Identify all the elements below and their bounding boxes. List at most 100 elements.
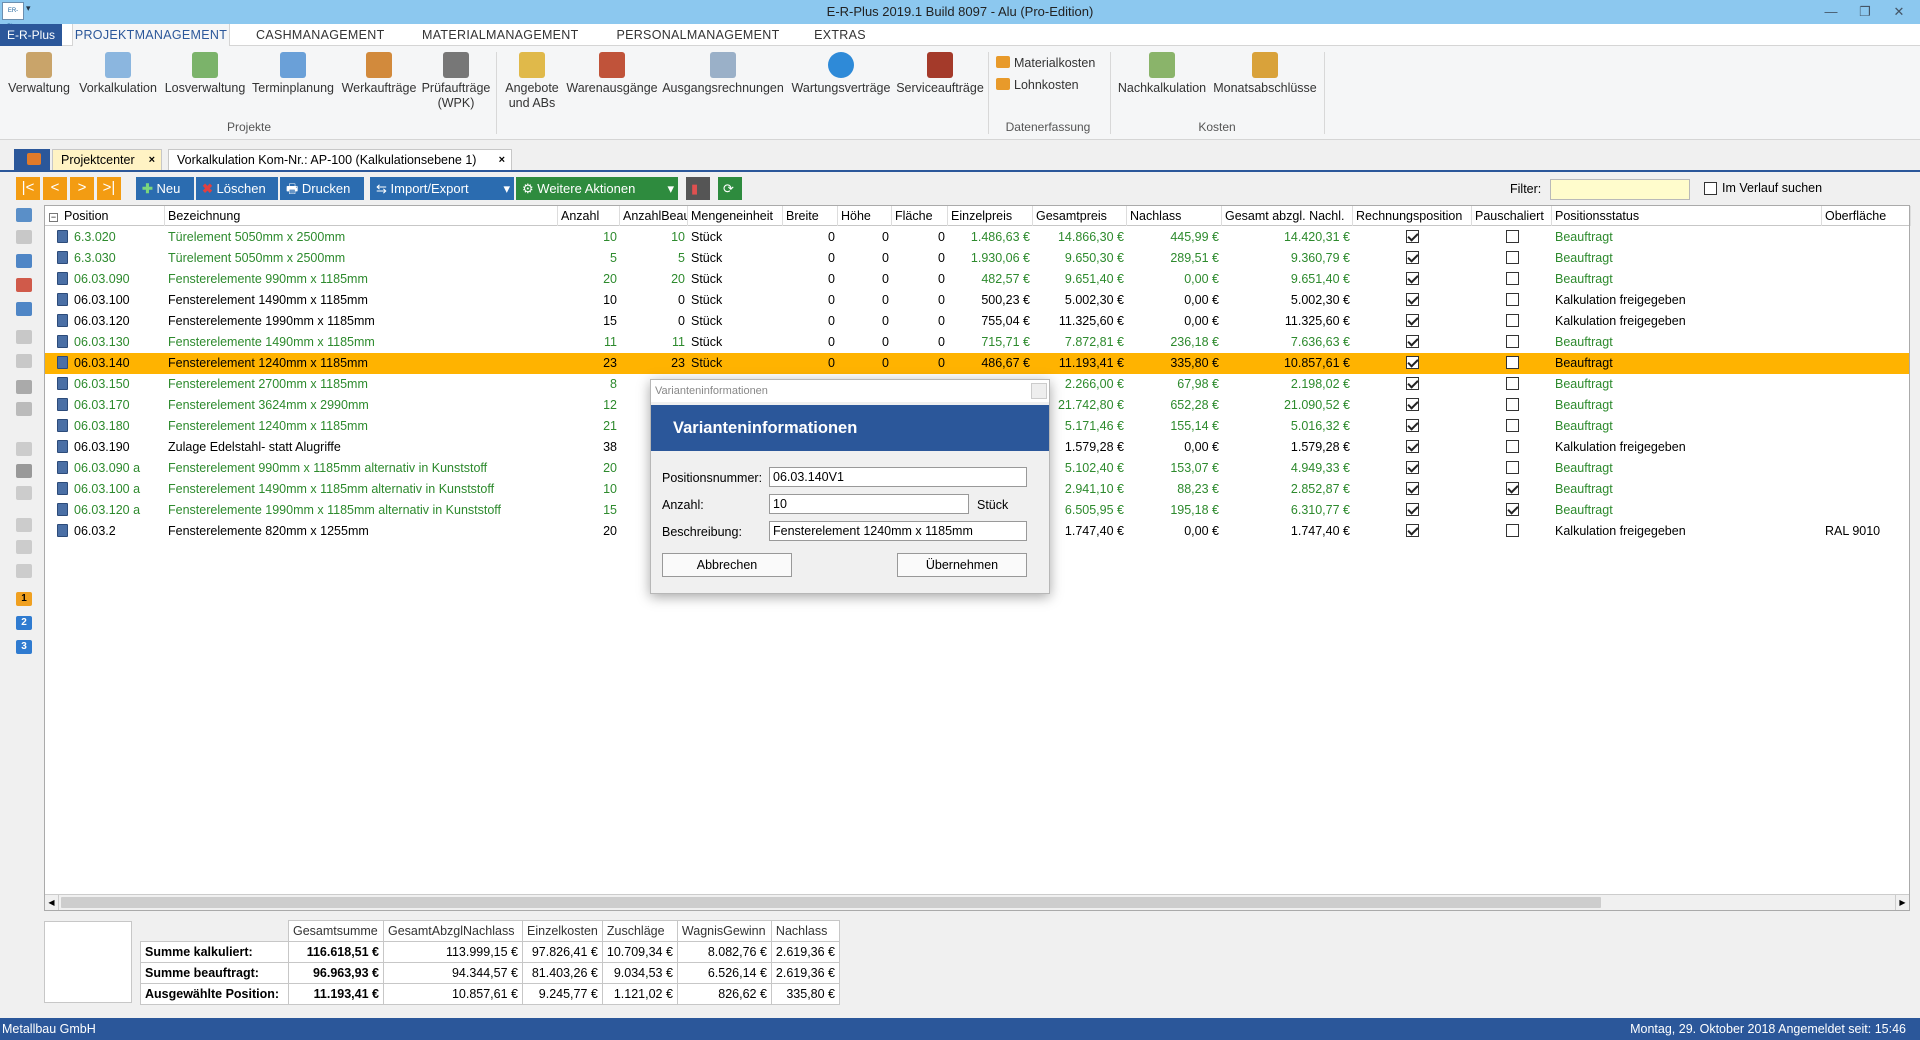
tab-personalmanagement[interactable]: PERSONALMANAGEMENT <box>612 24 784 46</box>
cell-pa[interactable] <box>1472 311 1552 332</box>
pauschaliert-checkbox[interactable] <box>1505 524 1519 537</box>
cell-pa[interactable] <box>1472 353 1552 374</box>
pauschaliert-checkbox[interactable] <box>1505 461 1519 474</box>
col-position[interactable]: − Position <box>45 206 165 226</box>
pauschaliert-checkbox[interactable] <box>1505 440 1519 453</box>
table-row[interactable]: 6.3.030 Türelement 5050mm x 2500mm 5 5 Stück… <box>45 248 1909 269</box>
filter-input[interactable] <box>1550 179 1690 200</box>
blank-icon[interactable] <box>16 564 32 578</box>
cell-pa[interactable] <box>1472 521 1552 542</box>
col-anzahl[interactable]: Anzahl <box>558 206 620 226</box>
angebote-button[interactable]: Angebote und ABs <box>500 52 564 111</box>
tab-cashmanagement[interactable]: CASHMANAGEMENT <box>256 24 384 46</box>
tool-icon[interactable] <box>16 518 32 532</box>
nachkalkulation-button[interactable]: Nachkalkulation <box>1114 52 1210 96</box>
text-icon[interactable] <box>16 486 32 500</box>
table-icon[interactable] <box>16 254 32 268</box>
rechnungsposition-checkbox[interactable] <box>1406 419 1419 432</box>
col-einzelpreis[interactable]: Einzelpreis <box>948 206 1033 226</box>
terminplanung-button[interactable]: Terminplanung <box>249 52 337 96</box>
cell-pa[interactable] <box>1472 479 1552 500</box>
table-row[interactable]: 06.03.130 Fensterelemente 1490mm x 1185mm… <box>45 332 1909 353</box>
collapse-icon[interactable]: − <box>49 213 58 222</box>
cell-rp[interactable] <box>1353 458 1472 479</box>
col-gesamtpreis[interactable]: Gesamtpreis <box>1033 206 1127 226</box>
arrow-icon[interactable] <box>16 354 32 368</box>
pauschaliert-checkbox[interactable] <box>1505 482 1519 495</box>
cell-rp[interactable] <box>1353 311 1472 332</box>
rechnungsposition-checkbox[interactable] <box>1406 251 1419 264</box>
tab-projektcenter[interactable]: Projektcenter × <box>52 149 162 170</box>
pauschaliert-checkbox[interactable] <box>1505 377 1519 390</box>
previous-record-button[interactable]: < <box>43 177 67 200</box>
col-gesamt-abzgl-nachlass[interactable]: Gesamt abzgl. Nachl. <box>1222 206 1353 226</box>
cell-pa[interactable] <box>1472 395 1552 416</box>
cell-rp[interactable] <box>1353 227 1472 248</box>
cell-pa[interactable] <box>1472 374 1552 395</box>
rechnungsposition-checkbox[interactable] <box>1406 272 1419 285</box>
pauschaliert-checkbox[interactable] <box>1505 251 1519 264</box>
col-pauschaliert[interactable]: Pauschaliert <box>1472 206 1552 226</box>
verlauf-checkbox[interactable] <box>1704 182 1717 195</box>
move-icon[interactable] <box>16 230 32 244</box>
materialkosten-button[interactable]: Materialkosten <box>996 56 1095 70</box>
cell-rp[interactable] <box>1353 500 1472 521</box>
cell-pa[interactable] <box>1472 332 1552 353</box>
cell-rp[interactable] <box>1353 269 1472 290</box>
pauschaliert-checkbox[interactable] <box>1505 335 1519 348</box>
scrollbar-thumb[interactable] <box>61 897 1601 908</box>
home-tab[interactable] <box>14 149 50 170</box>
col-breite[interactable]: Breite <box>783 206 838 226</box>
rechnungsposition-checkbox[interactable] <box>1406 377 1419 390</box>
level-2-icon[interactable]: 2 <box>16 616 32 630</box>
loeschen-button[interactable]: ✖ Löschen <box>196 177 278 200</box>
rechnungsposition-checkbox[interactable] <box>1406 461 1419 474</box>
cell-rp[interactable] <box>1353 374 1472 395</box>
pauschaliert-checkbox[interactable] <box>1505 398 1519 411</box>
losverwaltung-button[interactable]: Losverwaltung <box>162 52 248 96</box>
wartungsvertraege-button[interactable]: Wartungsverträge <box>788 52 894 96</box>
table-row[interactable]: 6.3.020 Türelement 5050mm x 2500mm 10 10 Stü… <box>45 227 1909 248</box>
cell-pa[interactable] <box>1472 248 1552 269</box>
pauschaliert-checkbox[interactable] <box>1505 419 1519 432</box>
refresh-button[interactable]: ⟳ <box>718 177 742 200</box>
table-row[interactable]: 06.03.120 Fensterelemente 1990mm x 1185mm… <box>45 311 1909 332</box>
close-tab-icon[interactable]: × <box>499 150 505 171</box>
cell-rp[interactable] <box>1353 479 1472 500</box>
chevron-down-icon[interactable]: ▾ <box>667 177 674 200</box>
werkauftraege-button[interactable]: Werkaufträge <box>338 52 420 96</box>
cell-rp[interactable] <box>1353 290 1472 311</box>
positionsnummer-input[interactable] <box>769 467 1027 487</box>
weitere-aktionen-button[interactable]: ⚙ Weitere Aktionen ▾ <box>516 177 678 200</box>
next-record-button[interactable]: > <box>70 177 94 200</box>
rechnungsposition-checkbox[interactable] <box>1406 503 1419 516</box>
beschreibung-input[interactable] <box>769 521 1027 541</box>
cell-pa[interactable] <box>1472 416 1552 437</box>
pauschaliert-checkbox[interactable] <box>1505 503 1519 516</box>
pauschaliert-checkbox[interactable] <box>1505 272 1519 285</box>
col-positionsstatus[interactable]: Positionsstatus <box>1552 206 1822 226</box>
drucken-button[interactable]: 🖶 Drucken <box>280 177 364 200</box>
scroll-left-icon[interactable]: ◀ <box>45 895 59 910</box>
col-hoehe[interactable]: Höhe <box>838 206 892 226</box>
pauschaliert-checkbox[interactable] <box>1505 356 1519 369</box>
col-nachlass[interactable]: Nachlass <box>1127 206 1222 226</box>
level-3-icon[interactable]: 3 <box>16 640 32 654</box>
verwaltung-button[interactable]: Verwaltung <box>6 52 72 96</box>
cancel-button[interactable]: Abbrechen <box>662 553 792 577</box>
pruefauftraege-button[interactable]: Prüfaufträge (WPK) <box>420 52 492 111</box>
sort-icon[interactable] <box>16 464 32 478</box>
table-row[interactable]: 06.03.100 Fensterelement 1490mm x 1185mm 1… <box>45 290 1909 311</box>
col-mengeneinheit[interactable]: Mengeneinheit <box>688 206 783 226</box>
pauschaliert-checkbox[interactable] <box>1505 293 1519 306</box>
grid-icon[interactable] <box>16 540 32 554</box>
cell-rp[interactable] <box>1353 416 1472 437</box>
tab-materialmanagement[interactable]: MATERIALMANAGEMENT <box>422 24 578 46</box>
anzahl-input[interactable] <box>769 494 969 514</box>
rechnungsposition-checkbox[interactable] <box>1406 356 1419 369</box>
warenausgaenge-button[interactable]: Warenausgänge <box>564 52 660 96</box>
neu-button[interactable]: ✚ Neu <box>136 177 194 200</box>
cut-icon[interactable] <box>16 278 32 292</box>
horizontal-scrollbar[interactable]: ◀ ▶ <box>45 894 1909 910</box>
cell-rp[interactable] <box>1353 395 1472 416</box>
